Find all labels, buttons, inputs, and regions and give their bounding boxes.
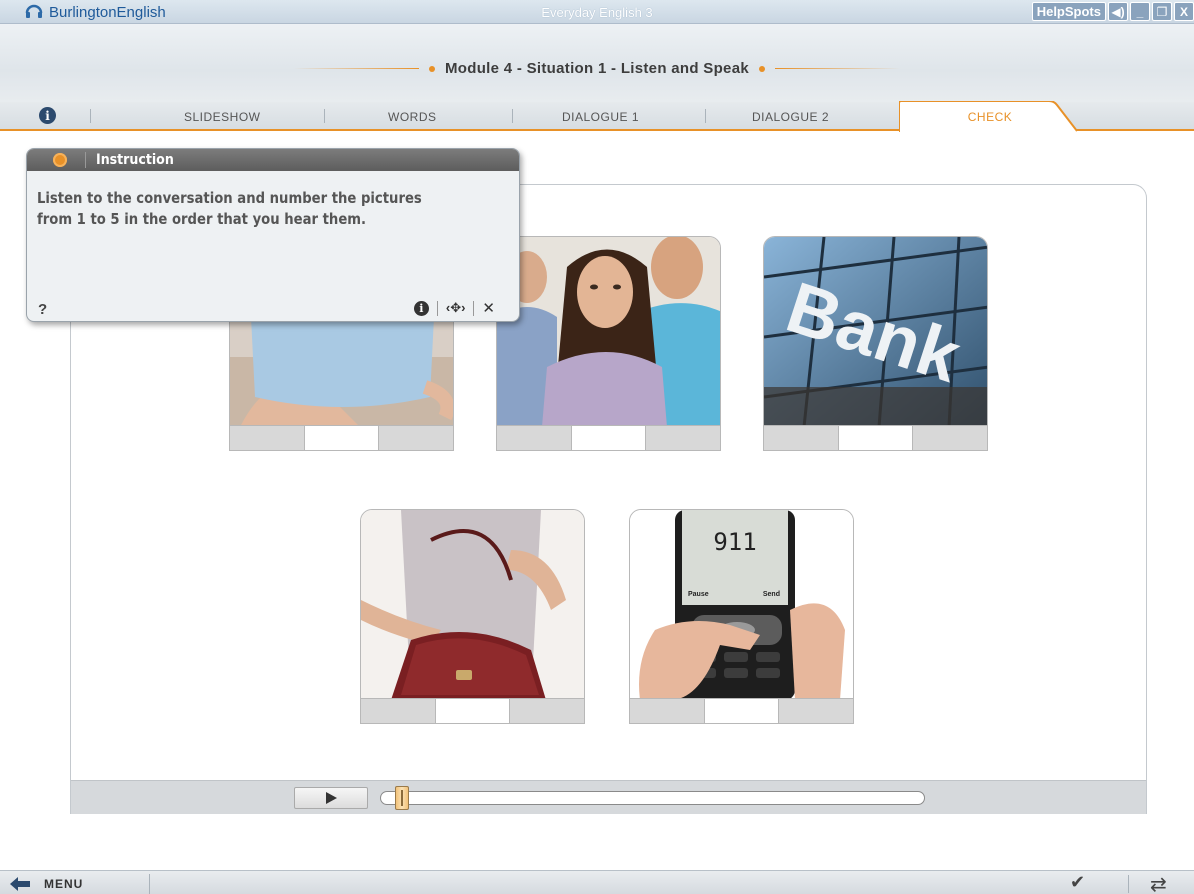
app-title: Everyday English 3 [541, 5, 653, 20]
number-input[interactable] [303, 426, 380, 450]
tool-separator [436, 300, 438, 316]
picture-card-bank[interactable]: Bank [763, 236, 988, 452]
handbag-image [360, 509, 585, 699]
decorative-dot [428, 65, 435, 72]
slot-right [646, 426, 721, 450]
slot-left [230, 426, 304, 450]
picture-card-phone[interactable]: 911 Pause Send [629, 509, 854, 725]
slot-left [764, 426, 838, 450]
slot-left [630, 699, 704, 723]
instruction-icon [53, 153, 67, 167]
tab-check[interactable]: CHECK [940, 110, 1040, 124]
popup-tools: i ‹✥› ✕ [413, 299, 495, 317]
number-slots [763, 425, 988, 451]
refresh-icon[interactable]: ⇄ [1150, 872, 1167, 894]
phone-softkey-left: Pause [688, 591, 709, 598]
number-input[interactable] [434, 699, 511, 723]
helpspots-button[interactable]: HelpSpots [1031, 2, 1106, 21]
instruction-header: Instruction [27, 149, 519, 171]
picture-card-handbag[interactable] [360, 509, 585, 725]
tab-dialogue-2[interactable]: DIALOGUE 2 [752, 110, 829, 124]
tab-separator [705, 109, 706, 123]
module-title-wrap: Module 4 - Situation 1 - Listen and Spea… [0, 60, 1194, 77]
phone-image: 911 Pause Send [629, 509, 854, 699]
instruction-title: Instruction [96, 152, 174, 168]
bottom-bar: MENU ✔ ⇄ [0, 870, 1194, 894]
number-input[interactable] [837, 426, 914, 450]
window-controls: HelpSpots ◀) _ ❐ X [1031, 2, 1194, 21]
slot-right [913, 426, 988, 450]
close-icon[interactable]: X [1174, 2, 1194, 21]
tab-separator [90, 109, 91, 123]
number-input[interactable] [570, 426, 647, 450]
number-slots [629, 698, 854, 724]
audio-progress-thumb[interactable] [395, 786, 410, 810]
tab-slideshow[interactable]: SLIDESHOW [184, 110, 261, 124]
tab-words[interactable]: WORDS [388, 110, 437, 124]
bottom-separator [1128, 875, 1129, 893]
minimize-icon[interactable]: _ [1130, 2, 1150, 21]
menu-button[interactable]: MENU [10, 874, 150, 894]
module-header: Module 4 - Situation 1 - Listen and Spea… [0, 24, 1194, 102]
menu-label: MENU [44, 877, 84, 891]
move-icon[interactable]: ‹✥› [446, 300, 466, 316]
number-slots [496, 425, 721, 451]
tab-separator [324, 109, 325, 123]
header-separator [85, 152, 86, 168]
slot-right [779, 699, 854, 723]
decorative-line [775, 68, 900, 69]
number-input[interactable] [703, 699, 780, 723]
restore-icon[interactable]: ❐ [1152, 2, 1172, 21]
info-icon[interactable]: i [39, 107, 56, 124]
slot-left [497, 426, 571, 450]
close-icon[interactable]: ✕ [482, 299, 495, 317]
module-title: Module 4 - Situation 1 - Listen and Spea… [444, 60, 749, 77]
sound-icon[interactable]: ◀) [1108, 2, 1128, 21]
picture-card-woman-crowd[interactable] [496, 236, 721, 452]
play-icon [325, 792, 337, 804]
tool-separator [473, 300, 475, 316]
back-arrow-icon [10, 877, 30, 891]
instruction-popup: Instruction Listen to the conversation a… [26, 148, 520, 322]
info-icon[interactable]: i [413, 300, 429, 316]
slot-right [510, 699, 585, 723]
bank-image: Bank [763, 236, 988, 426]
audio-progress-track[interactable] [380, 791, 925, 805]
tab-separator [512, 109, 513, 123]
tab-dialogue-1[interactable]: DIALOGUE 1 [562, 110, 639, 124]
number-slots [229, 425, 454, 451]
check-icon[interactable]: ✔ [1070, 872, 1085, 893]
number-slots [360, 698, 585, 724]
slot-left [361, 699, 435, 723]
decorative-dot [759, 65, 765, 72]
woman-crowd-image [496, 236, 721, 426]
instruction-text: Listen to the conversation and number th… [37, 189, 422, 228]
phone-softkey-right: Send [763, 591, 780, 598]
play-button[interactable] [294, 787, 368, 809]
help-icon[interactable]: ? [38, 301, 47, 318]
phone-screen-text: 911 [713, 528, 756, 556]
decorative-line [293, 68, 419, 69]
title-bar: BurlingtonEnglish Everyday English 3 Hel… [0, 0, 1194, 24]
slot-right [379, 426, 454, 450]
